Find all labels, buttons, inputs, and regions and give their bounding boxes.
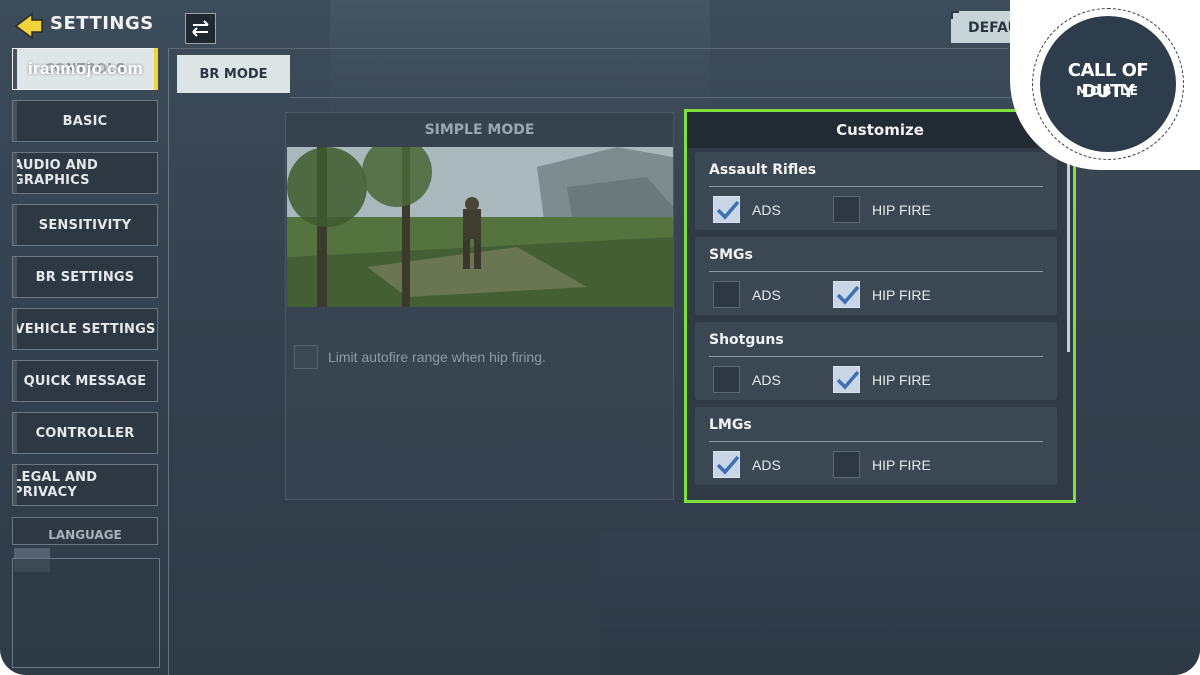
page-title: SETTINGS: [50, 13, 154, 34]
hip-fire-option[interactable]: HIP FIRE: [833, 366, 931, 393]
sidebar-item-label: LEGAL AND PRIVACY: [13, 470, 98, 500]
sidebar-item-quick-message[interactable]: QUICK MESSAGE: [12, 360, 158, 402]
hip-fire-option[interactable]: HIP FIRE: [833, 281, 931, 308]
limit-autofire-checkbox[interactable]: [294, 345, 318, 369]
weapon-group-label: LMGs: [709, 417, 752, 433]
sidebar-item-label: BR SETTINGS: [35, 269, 135, 285]
hip-fire-option[interactable]: HIP FIRE: [833, 451, 931, 478]
hip-fire-label: HIP FIRE: [872, 371, 931, 388]
gameplay-preview-image: [287, 147, 673, 307]
ads-checkbox[interactable]: [713, 366, 740, 393]
ads-option[interactable]: ADS: [713, 281, 781, 308]
ads-checkbox[interactable]: [713, 196, 740, 223]
limit-autofire-label: Limit autofire range when hip firing.: [328, 349, 546, 365]
weapon-group-smgs: SMGs ADS HIP FIRE: [695, 237, 1057, 315]
weapon-group-assault-rifles: Assault Rifles ADS HIP FIRE: [695, 152, 1057, 230]
hip-fire-checkbox[interactable]: [833, 366, 860, 393]
sidebar-item-legal-privacy[interactable]: LEGAL AND PRIVACY: [12, 464, 158, 506]
weapon-group-label: Shotguns: [709, 332, 784, 348]
weapon-group-shotguns: Shotguns ADS HIP FIRE: [695, 322, 1057, 400]
divider: [709, 441, 1043, 442]
hip-fire-label: HIP FIRE: [872, 286, 931, 303]
sidebar-item-label: QUICK MESSAGE: [23, 373, 147, 389]
divider: [290, 97, 1050, 98]
background-shape: [600, 530, 1200, 675]
ads-label: ADS: [752, 201, 781, 218]
hip-fire-label: HIP FIRE: [872, 456, 931, 473]
sidebar-item-sensitivity[interactable]: SENSITIVITY: [12, 204, 158, 246]
limit-autofire-row[interactable]: Limit autofire range when hip firing.: [294, 345, 546, 369]
ads-option[interactable]: ADS: [713, 196, 781, 223]
ads-option[interactable]: ADS: [713, 451, 781, 478]
simple-mode-panel[interactable]: SIMPLE MODE Limit autofire range when hi…: [285, 112, 674, 500]
weapon-group-lmgs: LMGs ADS HIP FIRE: [695, 407, 1057, 485]
swap-arrows-icon: [192, 20, 209, 37]
hip-fire-checkbox[interactable]: [833, 451, 860, 478]
customize-title: Customize: [687, 112, 1073, 148]
sidebar-item-label: VEHICLE SETTINGS: [14, 321, 156, 337]
divider: [168, 48, 1008, 49]
back-arrow-icon[interactable]: [12, 10, 44, 42]
preview-scene: [287, 147, 673, 307]
sidebar-item-label: AUDIO AND GRAPHICS: [13, 158, 98, 188]
sidebar-item-basic[interactable]: BASIC: [12, 100, 158, 142]
checkmark-icon: [836, 285, 860, 305]
logo-subtext: MOBILE: [1076, 84, 1140, 98]
simple-mode-title: SIMPLE MODE: [286, 113, 673, 147]
divider: [168, 48, 169, 675]
weapon-group-label: SMGs: [709, 247, 753, 263]
checkmark-icon: [716, 455, 740, 475]
customize-panel[interactable]: Customize Assault Rifles ADS HIP FIRE SM…: [684, 109, 1076, 503]
divider: [709, 271, 1043, 272]
hip-fire-checkbox[interactable]: [833, 196, 860, 223]
hip-fire-label: HIP FIRE: [872, 201, 931, 218]
ads-label: ADS: [752, 286, 781, 303]
hip-fire-option[interactable]: HIP FIRE: [833, 196, 931, 223]
divider: [709, 186, 1043, 187]
hip-fire-checkbox[interactable]: [833, 281, 860, 308]
sidebar-item-br-settings[interactable]: BR SETTINGS: [12, 256, 158, 298]
sidebar-item-label: BASIC: [62, 113, 108, 129]
ads-label: ADS: [752, 456, 781, 473]
sidebar-item-label: CONTROLLER: [35, 425, 135, 441]
sidebar-item-audio-graphics[interactable]: AUDIO AND GRAPHICS: [12, 152, 158, 194]
sidebar-item-vehicle-settings[interactable]: VEHICLE SETTINGS: [12, 308, 158, 350]
scrollbar[interactable]: [1067, 152, 1070, 352]
ads-checkbox[interactable]: [713, 281, 740, 308]
ads-option[interactable]: ADS: [713, 366, 781, 393]
checkmark-icon: [716, 200, 740, 220]
ads-checkbox[interactable]: [713, 451, 740, 478]
weapon-group-label: Assault Rifles: [709, 162, 817, 178]
tab-br-mode[interactable]: BR MODE: [177, 55, 290, 93]
sidebar-item-language[interactable]: LANGUAGE: [12, 517, 158, 545]
ads-label: ADS: [752, 371, 781, 388]
swap-layout-button[interactable]: [185, 13, 216, 44]
sidebar-frame: [12, 558, 160, 668]
sidebar-item-label: SENSITIVITY: [38, 217, 132, 233]
checkmark-icon: [836, 370, 860, 390]
watermark: iranmojo.com: [28, 59, 144, 78]
sidebar-item-controller[interactable]: CONTROLLER: [12, 412, 158, 454]
divider: [709, 356, 1043, 357]
